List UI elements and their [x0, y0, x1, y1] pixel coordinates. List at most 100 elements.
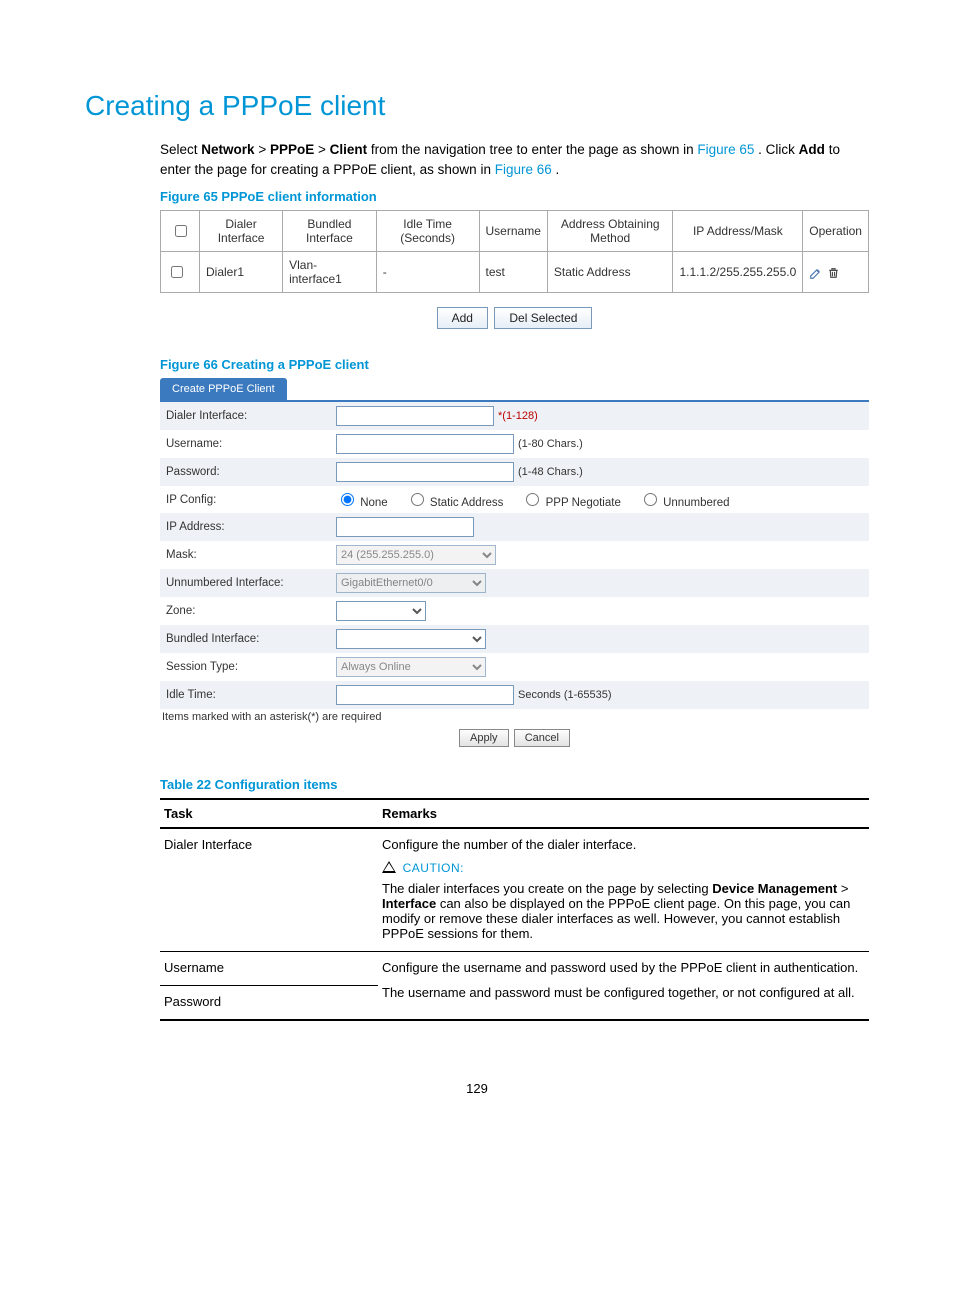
select-all-checkbox[interactable] [175, 225, 187, 237]
col-ipmask: IP Address/Mask [673, 211, 803, 252]
configuration-items-table: Task Remarks Dialer Interface Configure … [160, 798, 869, 1021]
page-number: 129 [85, 1081, 869, 1096]
page-title: Creating a PPPoE client [85, 90, 869, 122]
pppoe-client-list-table: Dialer Interface Bundled Interface Idle … [160, 210, 869, 293]
nav-network: Network [201, 142, 254, 157]
remarks-auth: Configure the username and password used… [378, 952, 869, 1021]
cell-bundled: Vlan-interface1 [283, 252, 377, 293]
col-remarks: Remarks [378, 799, 869, 828]
hint-dialer: *(1-128) [498, 410, 538, 422]
create-client-form: Dialer Interface: *(1-128) Username: (1-… [160, 400, 869, 751]
radio-ppp[interactable] [526, 493, 539, 506]
figure-66-link[interactable]: Figure 66 [495, 162, 552, 177]
cancel-button[interactable]: Cancel [514, 729, 570, 747]
col-bundled: Bundled Interface [283, 211, 377, 252]
cell-idle: - [376, 252, 479, 293]
hint-username: (1-80 Chars.) [518, 438, 583, 450]
radio-static[interactable] [411, 493, 424, 506]
label-ipconfig: IP Config: [166, 494, 336, 506]
remark-line: Configure the number of the dialer inter… [382, 837, 865, 852]
add-bold: Add [799, 142, 825, 157]
radio-none-wrap[interactable]: None [336, 490, 388, 509]
figure-65-link[interactable]: Figure 65 [697, 142, 754, 157]
password-input[interactable] [336, 462, 514, 482]
bundled-select[interactable] [336, 629, 486, 649]
figure-65-caption: Figure 65 PPPoE client information [160, 189, 869, 204]
table-header-row: Dialer Interface Bundled Interface Idle … [161, 211, 869, 252]
task-dialer-interface: Dialer Interface [160, 828, 378, 952]
label-ipaddress: IP Address: [166, 521, 336, 533]
dialer-interface-input[interactable] [336, 406, 494, 426]
bold-device-management: Device Management [712, 881, 837, 896]
apply-button[interactable]: Apply [459, 729, 509, 747]
zone-select[interactable] [336, 601, 426, 621]
create-client-tab[interactable]: Create PPPoE Client [160, 378, 287, 400]
mask-select[interactable]: 24 (255.255.255.0) [336, 545, 496, 565]
row-checkbox[interactable] [171, 266, 183, 278]
intro-paragraph: Select Network > PPPoE > Client from the… [160, 140, 869, 179]
session-type-select[interactable]: Always Online [336, 657, 486, 677]
required-note: Items marked with an asterisk(*) are req… [160, 709, 869, 725]
text: > [841, 881, 849, 896]
radio-ppp-label: PPP Negotiate [546, 497, 621, 509]
delete-icon[interactable] [827, 265, 840, 279]
text: > [318, 142, 330, 157]
cell-ipmask: 1.1.1.2/255.255.255.0 [673, 252, 803, 293]
task-username: Username [160, 952, 378, 986]
radio-unnumbered-wrap[interactable]: Unnumbered [639, 490, 730, 509]
label-password: Password: [166, 466, 336, 478]
caution-triangle-icon [382, 861, 396, 873]
caution-body: The dialer interfaces you create on the … [382, 881, 865, 941]
radio-static-wrap[interactable]: Static Address [406, 490, 504, 509]
unnumbered-select[interactable]: GigabitEthernet0/0 [336, 573, 486, 593]
radio-static-label: Static Address [430, 497, 504, 509]
label-idle-time: Idle Time: [166, 689, 336, 701]
remark-line: Configure the username and password used… [382, 960, 865, 975]
nav-client: Client [330, 142, 368, 157]
text: . [556, 162, 560, 177]
label-dialer-interface: Dialer Interface: [166, 410, 336, 422]
text: can also be displayed on the PPPoE clien… [382, 896, 850, 941]
task-password: Password [160, 986, 378, 1021]
col-method: Address Obtaining Method [547, 211, 673, 252]
label-bundled-if: Bundled Interface: [166, 633, 336, 645]
remarks-dialer-interface: Configure the number of the dialer inter… [378, 828, 869, 952]
table-22-caption: Table 22 Configuration items [160, 777, 869, 792]
edit-icon[interactable] [809, 265, 826, 279]
col-operation: Operation [803, 211, 869, 252]
radio-ppp-wrap[interactable]: PPP Negotiate [521, 490, 620, 509]
label-mask: Mask: [166, 549, 336, 561]
radio-unnumbered-label: Unnumbered [663, 497, 729, 509]
table-row: Dialer1 Vlan-interface1 - test Static Ad… [161, 252, 869, 293]
label-session-type: Session Type: [166, 661, 336, 673]
text: > [258, 142, 270, 157]
ip-address-input[interactable] [336, 517, 474, 537]
username-input[interactable] [336, 434, 514, 454]
col-username: Username [479, 211, 547, 252]
label-zone: Zone: [166, 605, 336, 617]
col-dialer: Dialer Interface [200, 211, 283, 252]
caution-heading: CAUTION: [403, 861, 464, 875]
text: . Click [758, 142, 799, 157]
text: from the navigation tree to enter the pa… [371, 142, 697, 157]
text: Select [160, 142, 201, 157]
text: The dialer interfaces you create on the … [382, 881, 712, 896]
col-idle: Idle Time (Seconds) [376, 211, 479, 252]
radio-none[interactable] [341, 493, 354, 506]
hint-idle: Seconds (1-65535) [518, 689, 612, 701]
cell-method: Static Address [547, 252, 673, 293]
remark-line: The username and password must be config… [382, 985, 865, 1000]
add-button[interactable]: Add [437, 307, 488, 329]
del-selected-button[interactable]: Del Selected [494, 307, 592, 329]
col-task: Task [160, 799, 378, 828]
label-username: Username: [166, 438, 336, 450]
label-unnumbered-if: Unnumbered Interface: [166, 577, 336, 589]
cell-username: test [479, 252, 547, 293]
radio-none-label: None [360, 497, 388, 509]
cell-dialer: Dialer1 [200, 252, 283, 293]
nav-pppoe: PPPoE [270, 142, 314, 157]
bold-interface: Interface [382, 896, 436, 911]
radio-unnumbered[interactable] [644, 493, 657, 506]
idle-time-input[interactable] [336, 685, 514, 705]
hint-password: (1-48 Chars.) [518, 466, 583, 478]
